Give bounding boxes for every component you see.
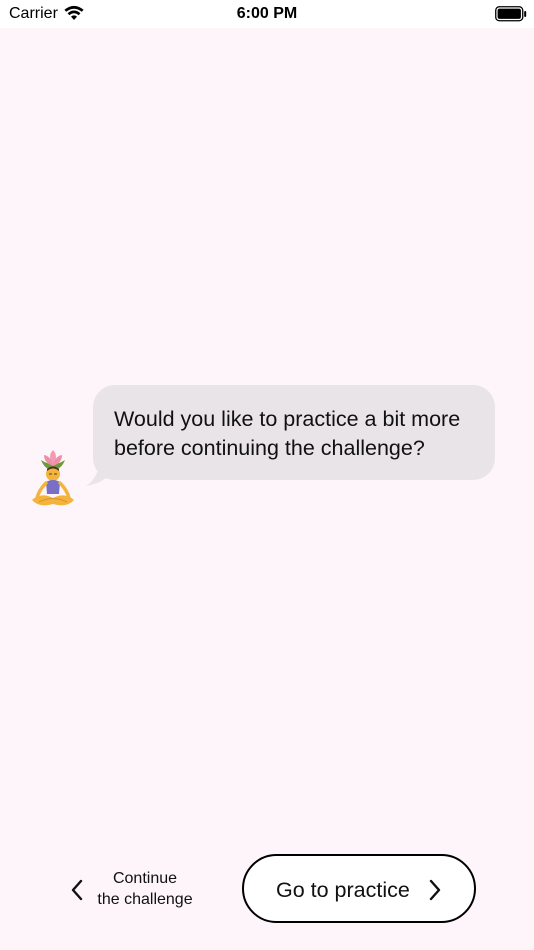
chat-message: Would you like to practice a bit more be… [114,407,461,460]
battery-icon [495,6,527,22]
continue-challenge-button[interactable]: Continue the challenge [60,864,210,914]
continue-line-2: the challenge [97,891,193,908]
go-to-practice-button[interactable]: Go to practice [242,854,476,923]
continue-line-1: Continue [112,870,178,887]
status-time: 6:00 PM [236,5,298,22]
person-in-lotus-position-icon [32,450,74,506]
chevron-left-icon [71,879,83,901]
continue-challenge-label: Continue the challenge [90,868,200,910]
chat-bubble: Would you like to practice a bit more be… [93,385,495,480]
chevron-right-icon [429,879,441,901]
status-bar: Carrier 6:00 PM [0,0,534,28]
go-to-practice-label: Go to practice [276,878,410,902]
